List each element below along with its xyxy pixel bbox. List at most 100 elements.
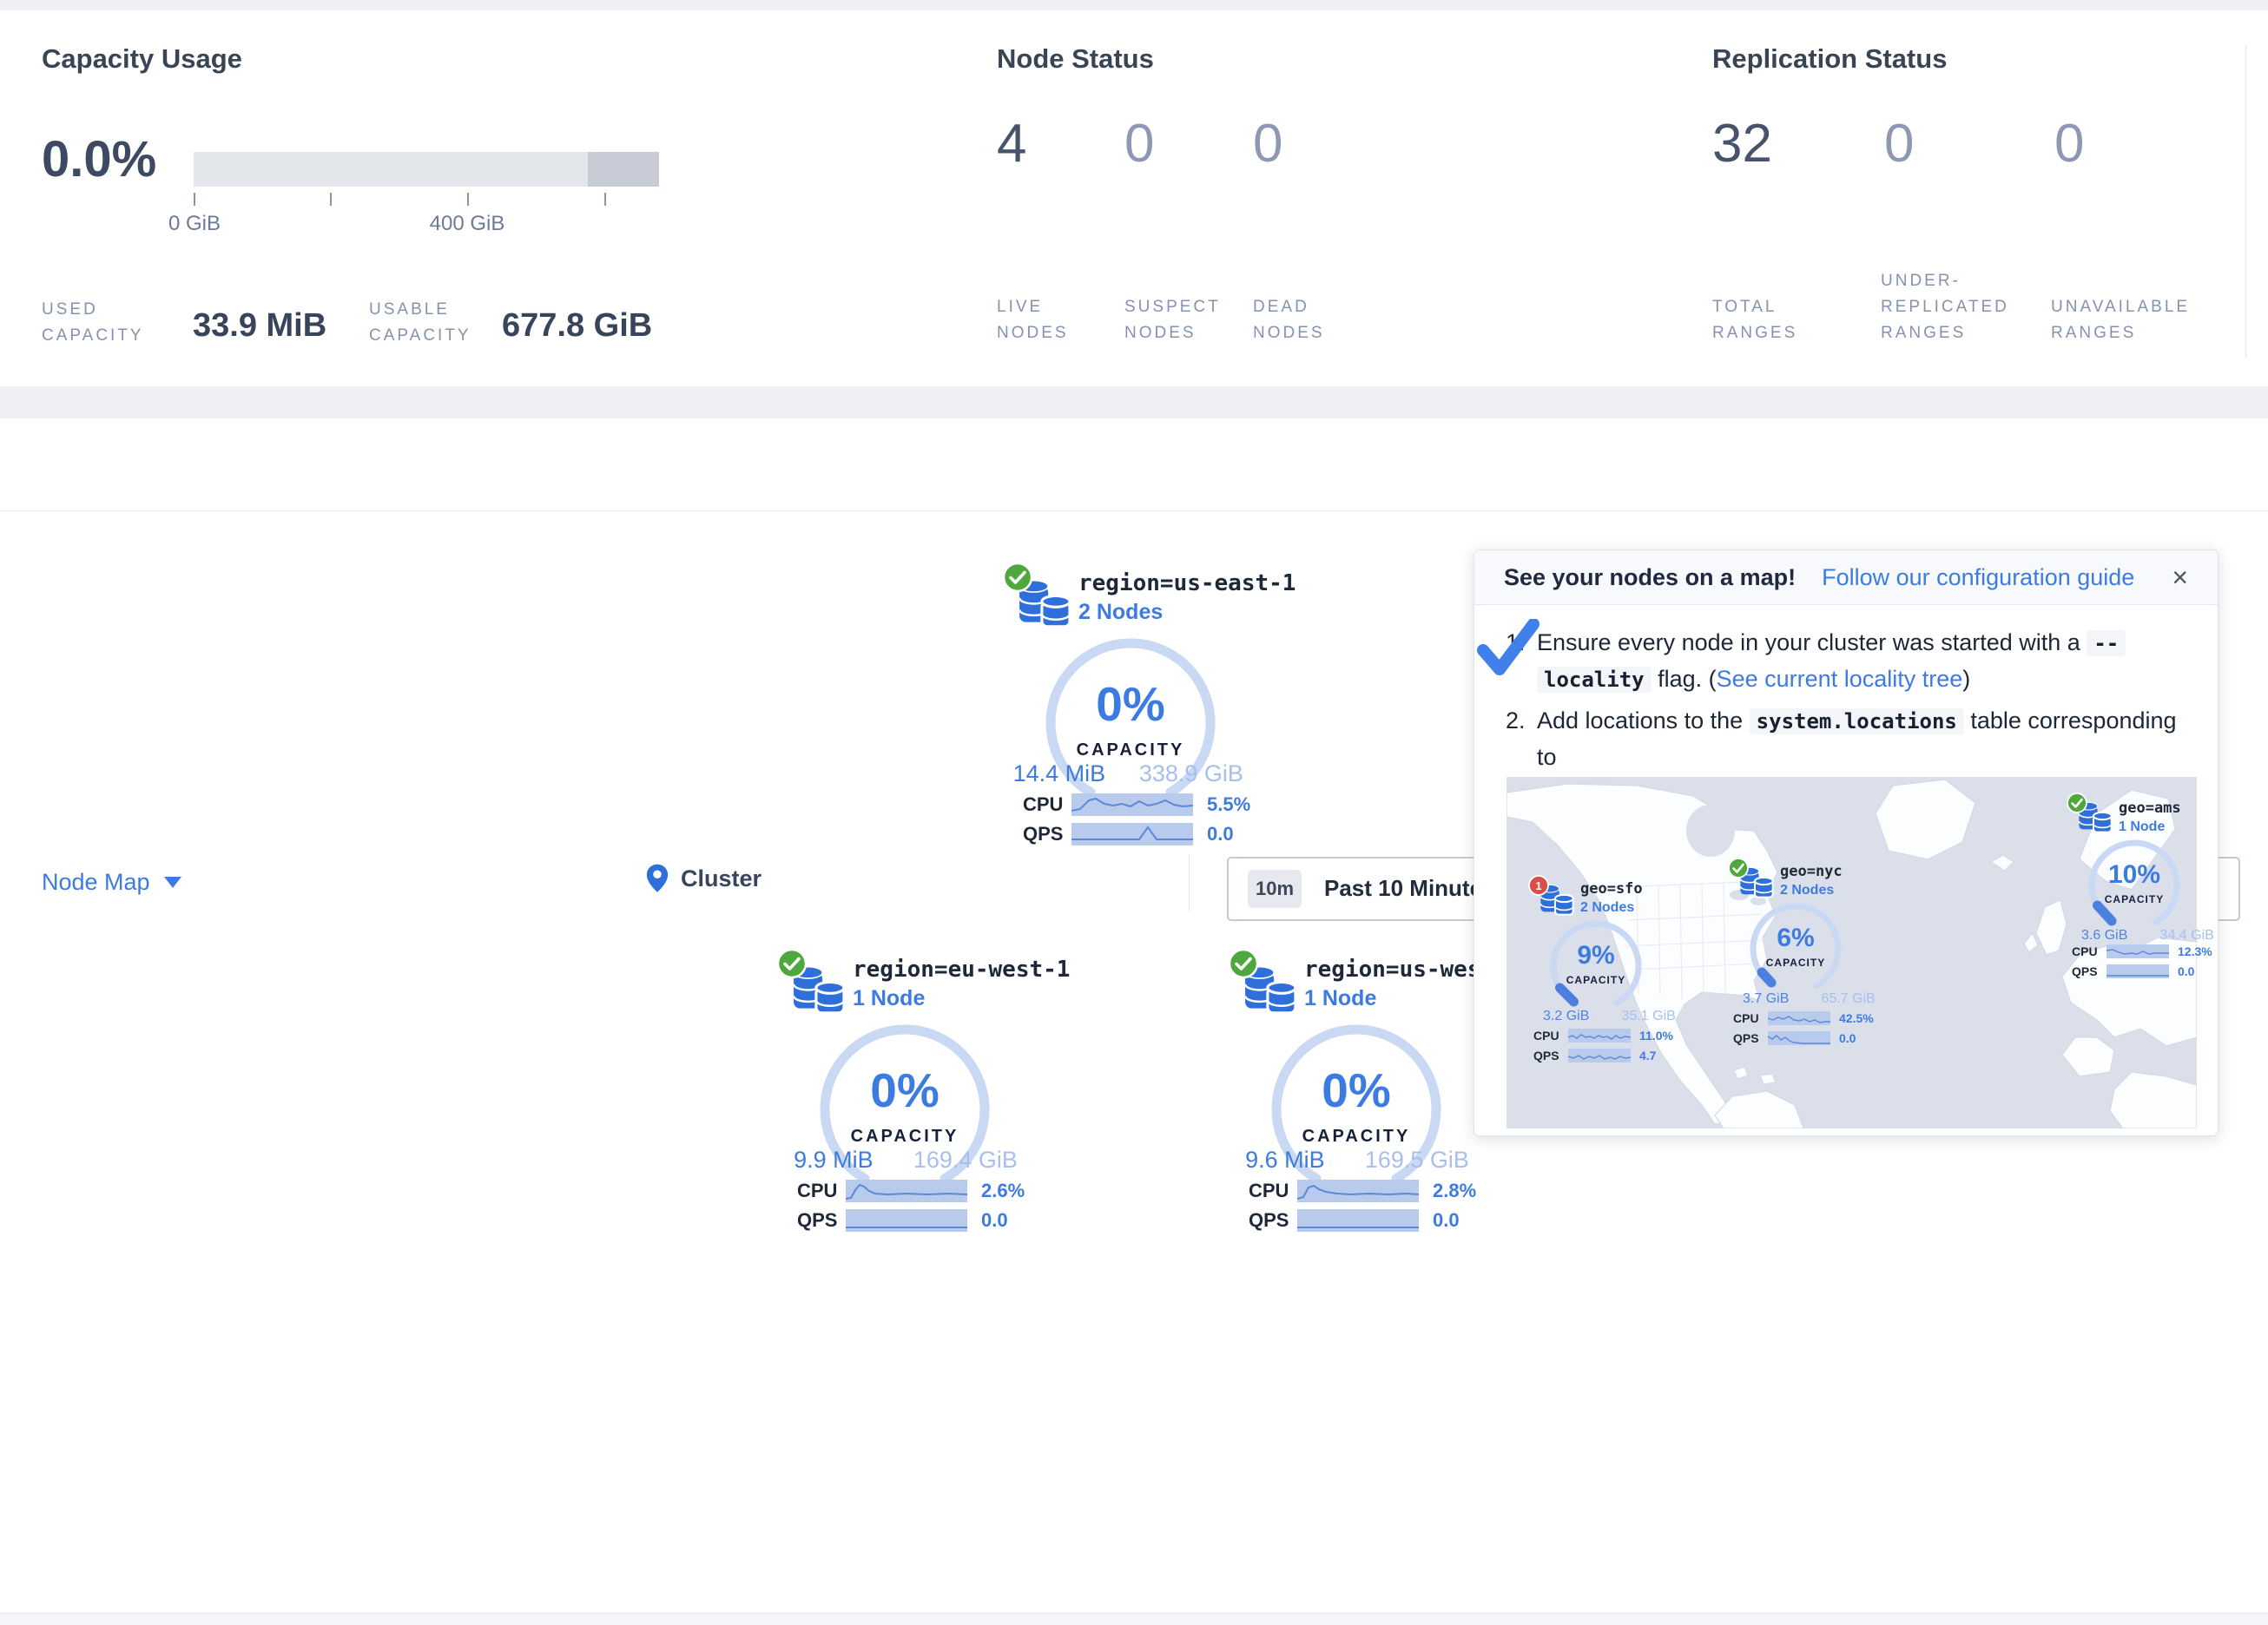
toolbar-divider [1189,854,1190,911]
chevron-down-icon [164,877,181,888]
capacity-values: 9.6 MiB 169.5 GiB [1224,1147,1488,1174]
qps-row: QPS 0.0 [2072,964,2232,979]
capacity-gauge: 6% CAPACITY [1748,901,1843,997]
locality-flag-code: -- [2087,630,2126,656]
used-value: 9.6 MiB [1224,1147,1346,1174]
total-value: 169.5 GiB [1346,1147,1488,1174]
healthy-status-icon [1728,858,1749,878]
configuration-guide-link[interactable]: Follow our configuration guide [1822,564,2134,591]
capacity-caption: CAPACITY [818,1127,992,1147]
qps-sparkline [1568,1049,1631,1062]
cpu-value: 12.3% [2178,944,2212,958]
region-nodes-link[interactable]: 1 Node [853,986,925,1011]
cpu-row: CPU 12.3% [2072,944,2232,959]
cpu-sparkline [1071,793,1193,816]
qps-row: QPS 0.0 [1733,1030,1893,1046]
error-count: 1 [1535,879,1541,892]
cpu-label: CPU [797,1180,846,1202]
qps-value: 0.0 [1839,1031,1856,1045]
total-value: 35.1 GiB [1604,1009,1693,1024]
map-pin-icon [646,863,669,894]
cpu-value: 2.8% [1433,1180,1476,1202]
view-selector[interactable]: Node Map [42,869,181,896]
region-nodes-link[interactable]: 2 Nodes [1078,600,1163,625]
capacity-values: 9.9 MiB 169.4 GiB [773,1147,1037,1174]
time-range-badge: 10m [1248,870,1302,908]
cpu-label: CPU [1023,793,1071,816]
live-nodes-label: LIVE NODES [997,294,1069,346]
qps-value: 0.0 [1207,823,1234,845]
cpu-sparkline [1297,1180,1419,1202]
live-nodes-count: 4 [997,113,1026,174]
locality-tree-link[interactable]: See current locality tree [1717,666,1963,692]
locality-flag-code: locality [1537,667,1652,693]
view-selector-label[interactable]: Node Map [42,869,150,896]
qps-label: QPS [797,1209,846,1232]
capacity-percent: 0% [1269,1062,1443,1118]
used-capacity-value: 33.9 MiB [193,307,326,345]
qps-value: 0.0 [1433,1209,1460,1232]
cpu-label: CPU [1733,1011,1768,1025]
region-card-us-west-1: region=us-west-1 1 Node 0% CAPACITY 9.6 … [1224,946,1488,1246]
usable-capacity-value: 677.8 GiB [502,307,652,345]
step-number: 2. [1506,703,1526,739]
healthy-status-icon [1228,948,1259,979]
map-node-title: geo=sfo [1580,880,1643,898]
capacity-caption: CAPACITY [1748,957,1843,969]
map-node-link[interactable]: 2 Nodes [1580,900,1634,916]
suspect-nodes-label: SUSPECT NODES [1124,294,1221,346]
step-text: ) [1962,666,1970,692]
region-title: region=eu-west-1 [853,957,1070,983]
unavailable-count: 0 [2054,113,2084,174]
region-card-us-east-1: region=us-east-1 2 Nodes 0% CAPACITY 14.… [999,560,1263,859]
popup-title: See your nodes on a map! [1504,564,1796,591]
qps-label: QPS [1533,1049,1568,1062]
capacity-caption: CAPACITY [2087,893,2182,905]
capacity-bar [194,152,659,187]
top-strip [0,0,2268,10]
qps-row: QPS 0.0 [797,1208,1037,1233]
breadcrumb: Cluster [646,863,761,894]
suspect-nodes-count: 0 [1124,113,1154,174]
capacity-values: 3.6 GiB 34.4 GiB [2067,928,2232,944]
map-node-link[interactable]: 1 Node [2119,819,2165,835]
capacity-values: 3.2 GiB 35.1 GiB [1528,1009,1693,1024]
map-node-title: geo=nyc [1780,863,1843,880]
used-value: 3.7 GiB [1728,991,1803,1007]
step-text: Ensure every node in your cluster was st… [1537,629,2087,655]
capacity-gauge: 10% CAPACITY [2087,838,2182,933]
axis-tick [604,193,606,206]
cpu-value: 11.0% [1639,1029,1673,1043]
qps-row: QPS 4.7 [1533,1048,1693,1063]
section-gap [0,386,2268,418]
qps-label: QPS [1249,1209,1297,1232]
capacity-values: 14.4 MiB 338.9 GiB [999,760,1263,787]
dead-nodes-label: DEAD NODES [1253,294,1325,346]
cpu-sparkline [1568,1029,1631,1043]
close-icon[interactable]: × [2172,563,2188,591]
under-replicated-count: 0 [1884,113,1914,174]
usable-capacity-label: USABLE CAPACITY [369,297,471,349]
healthy-status-icon [1002,562,1033,593]
cpu-row: CPU 2.6% [797,1179,1037,1203]
qps-sparkline [2106,964,2169,978]
cpu-label: CPU [1533,1029,1568,1043]
region-nodes-link[interactable]: 1 Node [1304,986,1376,1011]
cluster-summary-bar: Capacity Usage 0.0% 0 GiB 400 GiB USED C… [0,10,2268,387]
qps-value: 0.0 [981,1209,1008,1232]
dead-nodes-count: 0 [1253,113,1282,174]
capacity-percent: 9% [1548,941,1644,970]
used-value: 3.6 GiB [2067,928,2142,944]
map-node-link[interactable]: 2 Nodes [1780,883,1834,898]
capacity-caption: CAPACITY [1044,740,1217,760]
cpu-row: CPU 11.0% [1533,1028,1693,1043]
cpu-label: CPU [2072,944,2106,958]
cpu-sparkline [846,1180,967,1202]
breadcrumb-label: Cluster [681,865,761,892]
qps-sparkline [1297,1209,1419,1232]
axis-tick [467,193,469,206]
qps-label: QPS [2072,964,2106,978]
region-card-eu-west-1: region=eu-west-1 1 Node 0% CAPACITY 9.9 … [773,946,1037,1246]
step-text: Add locations to the [1537,707,1750,734]
total-ranges-label: TOTAL RANGES [1712,294,1797,346]
